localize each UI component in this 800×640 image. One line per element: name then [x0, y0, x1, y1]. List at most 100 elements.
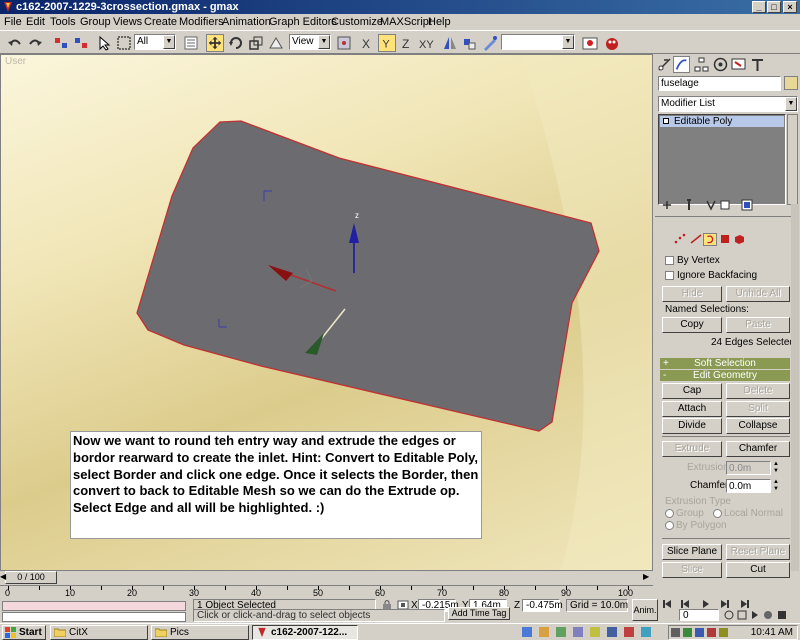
start-button[interactable]: Start	[2, 625, 46, 640]
remove-modifier-icon[interactable]	[719, 199, 731, 211]
tray-icons[interactable]	[671, 627, 741, 638]
menu-create[interactable]: Create	[144, 16, 177, 28]
task-gmax[interactable]: c162-2007-122...	[252, 625, 358, 640]
select-region-icon[interactable]	[115, 34, 133, 52]
shape-icon[interactable]	[267, 34, 285, 52]
previous-frame-icon[interactable]	[681, 600, 689, 608]
select-and-rotate-icon[interactable]	[227, 34, 245, 52]
user-viewport[interactable]: User z Now we want to round teh entry wa…	[0, 54, 653, 571]
show-end-result-icon[interactable]	[683, 199, 695, 211]
by-vertex-checkbox[interactable]	[665, 256, 674, 265]
named-selection-set-dropdown[interactable]: ▼	[501, 34, 575, 50]
select-and-move-icon[interactable]	[206, 34, 224, 52]
menu-maxscript[interactable]: MAXScript	[380, 16, 432, 28]
motion-tab-icon[interactable]	[712, 56, 729, 73]
pin-stack-icon[interactable]	[661, 199, 673, 211]
prev-frame-icon[interactable]: ◀	[0, 572, 6, 581]
restrict-xy-icon[interactable]: XY	[418, 34, 438, 52]
menu-file[interactable]: File	[4, 16, 22, 28]
pan-icon[interactable]	[752, 611, 758, 619]
create-tab-icon[interactable]	[656, 56, 673, 73]
panel-scrollbar[interactable]	[791, 204, 799, 571]
maximize-button[interactable]: □	[767, 1, 781, 13]
polygon-subobject-icon[interactable]	[719, 233, 731, 245]
restrict-x-icon[interactable]: X	[358, 34, 376, 52]
fuselage-cross-section[interactable]	[136, 120, 600, 432]
close-button[interactable]: ×	[783, 1, 797, 13]
add-time-tag-button[interactable]: Add Time Tag	[448, 607, 510, 620]
hierarchy-tab-icon[interactable]	[693, 56, 710, 73]
stack-item-editable-poly[interactable]: Editable Poly	[660, 116, 784, 127]
app-icon[interactable]	[624, 627, 634, 637]
app-icon[interactable]	[573, 627, 583, 637]
vertex-subobject-icon[interactable]	[673, 233, 687, 245]
time-slider[interactable]: 0 / 100 ◀ ▶	[0, 571, 653, 585]
mirror-icon[interactable]	[441, 34, 459, 52]
utilities-tab-icon[interactable]	[749, 56, 766, 73]
restrict-z-icon[interactable]: Z	[398, 34, 416, 52]
playback-controls[interactable]	[661, 599, 797, 609]
viewport-nav-controls[interactable]	[724, 609, 798, 621]
tray-icon[interactable]	[719, 628, 728, 637]
local-normal-radio[interactable]	[713, 509, 722, 518]
expand-icon[interactable]	[663, 118, 669, 124]
soft-selection-rollout[interactable]: + Soft Selection	[660, 358, 790, 369]
reference-coordinate-dropdown[interactable]: View ▼	[289, 34, 331, 50]
hide-button[interactable]: Hide	[662, 286, 722, 302]
zoom-icon[interactable]	[724, 610, 734, 620]
menu-animation[interactable]: Animation	[222, 16, 271, 28]
restrict-y-icon[interactable]: Y	[378, 34, 396, 52]
tray-icon[interactable]	[683, 628, 692, 637]
next-frame-icon[interactable]	[721, 600, 729, 608]
tray-icon[interactable]	[695, 628, 704, 637]
unlink-icon[interactable]	[72, 34, 90, 52]
select-object-icon[interactable]	[95, 34, 113, 52]
cut-button[interactable]: Cut	[726, 562, 790, 578]
play-icon[interactable]	[703, 600, 709, 608]
object-color-swatch[interactable]	[784, 76, 798, 90]
split-button[interactable]: Split	[726, 401, 790, 417]
menu-views[interactable]: Views	[113, 16, 142, 28]
make-unique-icon[interactable]	[705, 199, 717, 211]
menu-tools[interactable]: Tools	[50, 16, 76, 28]
quick-render-icon[interactable]	[603, 34, 621, 52]
border-subobject-icon[interactable]	[703, 233, 717, 246]
modify-tab-icon[interactable]	[673, 56, 690, 73]
object-name-field[interactable]: fuselage	[658, 76, 781, 91]
divide-button[interactable]: Divide	[662, 418, 722, 434]
go-to-start-icon[interactable]	[663, 600, 671, 608]
group-radio[interactable]	[665, 509, 674, 518]
render-scene-icon[interactable]	[581, 34, 599, 52]
select-and-scale-icon[interactable]	[247, 34, 265, 52]
redo-icon[interactable]	[26, 34, 44, 52]
tray-icon[interactable]	[671, 628, 680, 637]
time-slider-thumb[interactable]: 0 / 100	[5, 571, 57, 584]
chamfer-spinner[interactable]: ▲ ▼	[772, 479, 780, 493]
task-citx[interactable]: CitX	[50, 625, 148, 640]
undo-icon[interactable]	[6, 34, 24, 52]
select-and-link-icon[interactable]	[52, 34, 70, 52]
configure-modifier-sets-icon[interactable]	[741, 199, 753, 211]
paste-button[interactable]: Paste	[726, 317, 790, 333]
current-frame-field[interactable]: 0	[679, 609, 719, 621]
go-to-end-icon[interactable]	[741, 600, 749, 608]
maxscript-listener-mini[interactable]	[2, 601, 186, 611]
extrude-button[interactable]: Extrude	[662, 441, 722, 457]
app-icon[interactable]	[556, 627, 566, 637]
modifier-list-dropdown[interactable]: Modifier List ▼	[658, 96, 798, 112]
z-coordinate-field[interactable]: -0.475m	[522, 599, 563, 612]
next-frame-icon[interactable]: ▶	[643, 572, 649, 581]
menu-help[interactable]: Help	[428, 16, 451, 28]
zoom-extents-icon[interactable]	[737, 610, 747, 620]
menu-graph-editors[interactable]: Graph Editors	[269, 16, 337, 28]
animate-button[interactable]: Anim.	[632, 599, 658, 621]
ignore-backfacing-checkbox[interactable]	[665, 271, 674, 280]
slice-plane-button[interactable]: Slice Plane	[662, 544, 722, 560]
selection-filter-dropdown[interactable]: All ▼	[134, 34, 176, 50]
reset-plane-button[interactable]: Reset Plane	[726, 544, 790, 560]
extrusion-spinner[interactable]: ▲ ▼	[772, 461, 780, 475]
extrusion-field[interactable]: 0.0m	[726, 461, 771, 475]
edit-geometry-rollout[interactable]: - Edit Geometry	[660, 370, 790, 381]
app-icon[interactable]	[607, 627, 617, 637]
chamfer-amount-field[interactable]: 0.0m	[726, 479, 771, 493]
